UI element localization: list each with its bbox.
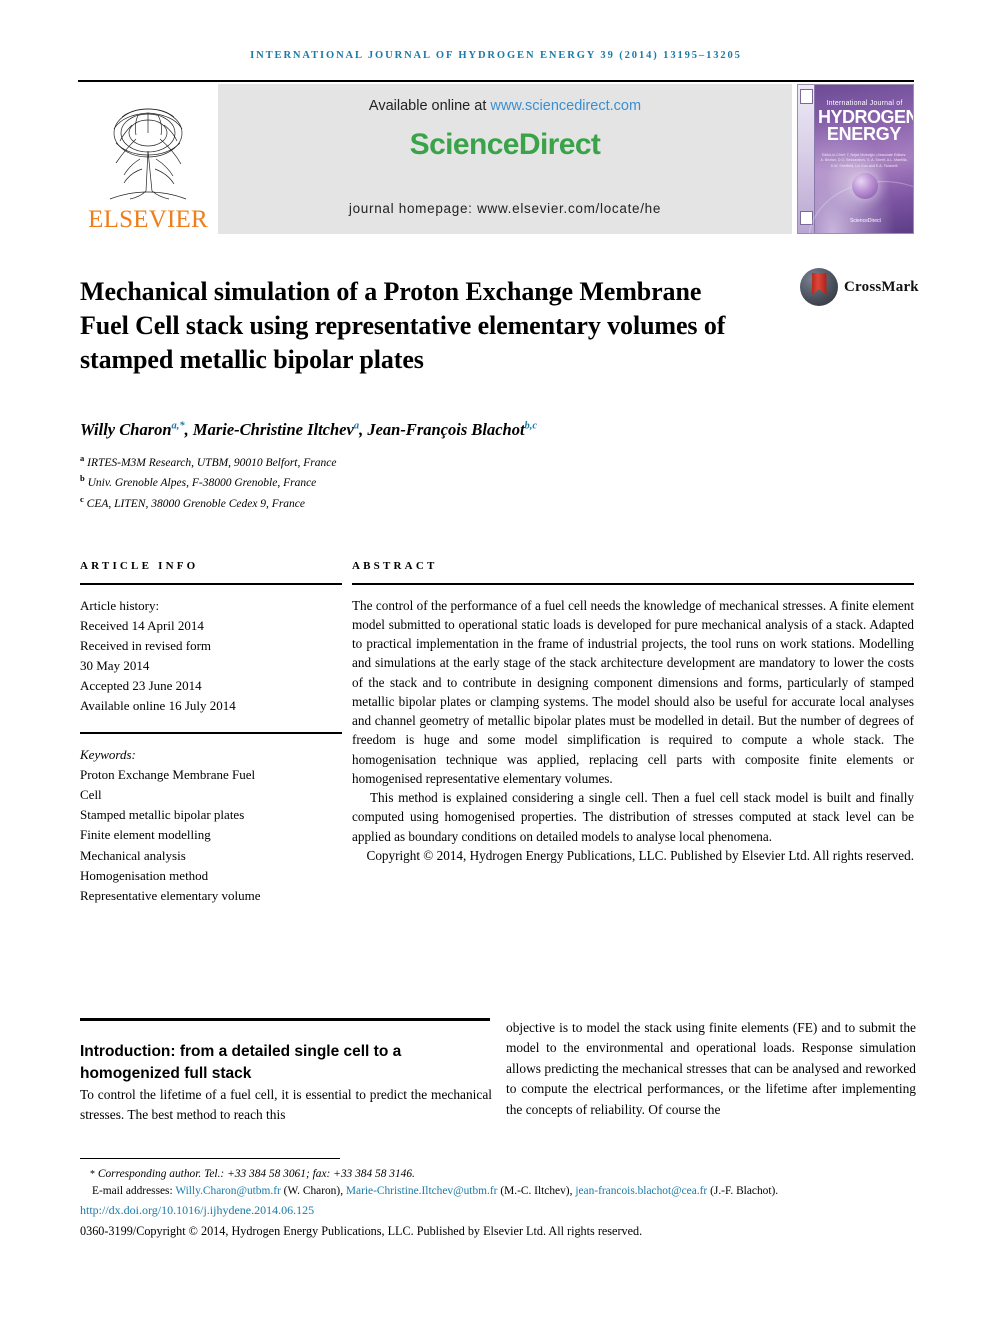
sciencedirect-banner: Available online at www.sciencedirect.co… [218,84,792,234]
author-marks-1: a,* [171,420,185,432]
keyword-item: Mechanical analysis [80,847,186,863]
section-heading-introduction: Introduction: from a detailed single cel… [80,1042,402,1082]
email-link-1[interactable]: Willy.Charon@utbm.fr [175,1185,280,1197]
cover-superline: International Journal of [826,100,903,107]
journal-cover-thumbnail[interactable]: International Journal of HYDROGEN ENERGY… [797,84,914,234]
cover-editors: Editor-in-Chief: T. Nejat Veziroğlu | As… [820,153,908,168]
journal-homepage-line[interactable]: journal homepage: www.elsevier.com/locat… [218,201,792,216]
keyword-item: Cell [80,787,102,803]
history-item: Available online 16 July 2014 [80,698,236,714]
elsevier-wordmark: ELSEVIER [88,206,208,233]
masthead: ELSEVIER Available online at www.science… [78,84,914,234]
affiliation-item: c CEA, LITEN, 38000 Grenoble Cedex 9, Fr… [80,493,780,513]
affiliation-mark-a: a [80,453,85,463]
affiliation-item: a IRTES-M3M Research, UTBM, 90010 Belfor… [80,452,780,472]
keyword-item: Stamped metallic bipolar plates [80,807,245,823]
author-name-3: Jean-François Blachot [367,420,525,439]
author-name-2: Marie-Christine Iltchev [192,420,354,439]
doi-link[interactable]: http://dx.doi.org/10.1016/j.ijhydene.201… [80,1203,314,1217]
article-history-label: Article history: [80,597,160,613]
crossmark-badge[interactable]: CrossMark [800,268,919,306]
body-column-right: objective is to model the stack using fi… [506,1020,916,1117]
section-top-rule [80,1018,490,1021]
affiliation-item: b Univ. Grenoble Alpes, F-38000 Grenoble… [80,472,780,492]
abstract-rule [352,583,914,585]
masthead-top-rule [78,80,914,82]
keywords-list: Keywords: Proton Exchange Membrane Fuel … [80,745,342,906]
article-history: Article history: Received 14 April 2014 … [80,596,342,717]
available-online-line: Available online at www.sciencedirect.co… [369,98,641,114]
cover-elsevier-mark-icon [800,89,813,104]
affiliation-mark-b: b [80,473,85,484]
history-item: Received in revised form [80,637,212,653]
history-item: Accepted 23 June 2014 [80,678,202,694]
email-link-3[interactable]: jean-francois.blachot@cea.fr [575,1185,707,1197]
email-owner-2: (M.-C. Iltchev) [500,1184,570,1197]
abstract-heading: Abstract [352,560,438,572]
crossmark-label: CrossMark [844,278,919,295]
issn-copyright-line: 0360-3199/Copyright © 2014, Hydrogen Ene… [80,1223,643,1238]
article-info-rule [80,583,342,585]
affiliation-list: a IRTES-M3M Research, UTBM, 90010 Belfor… [80,452,780,513]
article-page: International Journal of Hydrogen Energy… [0,0,992,1323]
keywords-label: Keywords: [80,746,136,762]
sciencedirect-logo[interactable]: ScienceDirect [410,128,601,162]
footnote-rule [80,1158,340,1159]
available-online-text: Available online at [368,98,491,114]
author-marks-2: a [353,420,360,432]
corresponding-author-note: * Corresponding author. Tel.: +33 384 58… [80,1166,918,1183]
affiliation-text-b: Univ. Grenoble Alpes, F-38000 Grenoble, … [87,477,317,490]
email-addresses-note: E-mail addresses: Willy.Charon@utbm.fr (… [92,1184,779,1197]
affiliation-text-c: CEA, LITEN, 38000 Grenoble Cedex 9, Fran… [86,497,306,510]
doi-line: http://dx.doi.org/10.1016/j.ijhydene.201… [80,1202,918,1220]
keyword-item: Proton Exchange Membrane Fuel [80,766,256,782]
corresponding-author-star: * [90,1169,95,1180]
abstract-body: The control of the performance of a fuel… [352,596,914,866]
crossmark-icon [800,268,838,306]
sciencedirect-url-link[interactable]: www.sciencedirect.com [490,98,641,114]
abstract-copyright: Copyright © 2014, Hydrogen Energy Public… [366,847,914,863]
abstract-paragraph-2: This method is explained considering a s… [352,790,914,844]
author-list: Willy Charona,*, Marie-Christine Iltchev… [80,420,538,439]
keywords-rule [80,732,342,734]
cover-title-line2: ENERGY [826,124,902,145]
article-info-heading: Article info [80,560,199,572]
article-info-column: Article info Article history: Received 1… [80,560,342,906]
abstract-paragraph-1: The control of the performance of a fuel… [352,597,914,786]
affiliation-text-a: IRTES-M3M Research, UTBM, 90010 Belfort,… [87,456,337,469]
author-marks-3: b,c [524,420,538,432]
affiliation-mark-c: c [80,493,84,504]
running-head: International Journal of Hydrogen Energy… [250,50,742,61]
history-item: Received 14 April 2014 [80,617,204,633]
email-owner-3: (J.-F. Blachot). [710,1184,779,1197]
elsevier-tree-icon [109,108,187,200]
author-name-1: Willy Charon [80,420,172,439]
cover-title: HYDROGEN ENERGY [818,108,913,145]
abstract-column: Abstract The control of the performance … [352,560,914,865]
email-addresses-label: E-mail addresses: [92,1184,173,1197]
email-owner-1: (W. Charon) [283,1184,341,1197]
cover-sciencedirect-mark: ScienceDirect [850,217,881,224]
journal-cover-block[interactable]: International Journal of HYDROGEN ENERGY… [792,84,914,234]
elsevier-logo[interactable]: ELSEVIER [78,84,218,234]
body-column-left: To control the lifetime of a fuel cell, … [80,1087,492,1123]
corresponding-author-text: Corresponding author. Tel.: +33 384 58 3… [97,1168,415,1180]
keyword-item: Homogenisation method [80,867,209,883]
cover-sphere-graphic [852,173,878,199]
page-title: Mechanical simulation of a Proton Exchan… [80,277,726,374]
history-item: 30 May 2014 [80,657,150,673]
page-footer: * Corresponding author. Tel.: +33 384 58… [80,1166,918,1240]
email-link-2[interactable]: Marie-Christine.Iltchev@utbm.fr [346,1185,498,1197]
keyword-item: Representative elementary volume [80,887,261,903]
keyword-item: Finite element modelling [80,827,211,843]
